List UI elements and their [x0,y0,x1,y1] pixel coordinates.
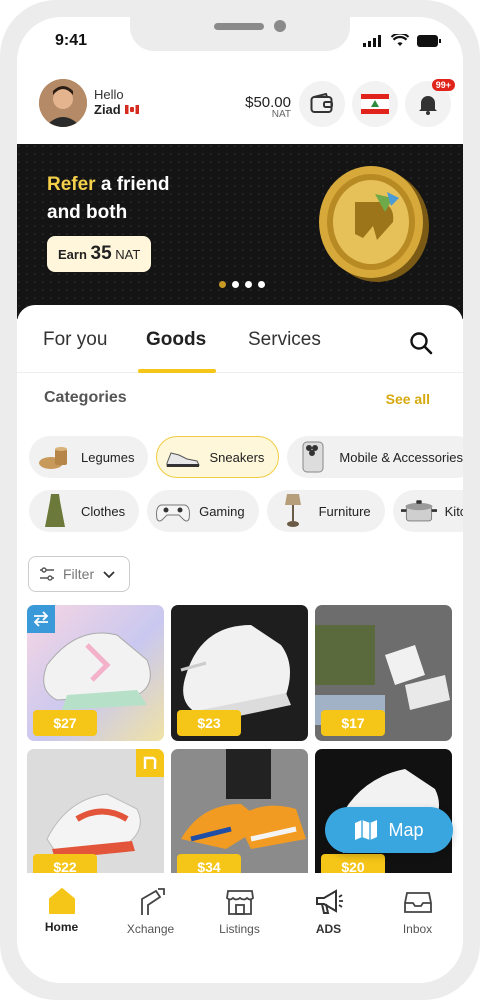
earn-pill: Earn 35 NAT [47,236,152,272]
nav-label: Listings [219,922,260,936]
carousel-dot[interactable] [232,281,239,288]
home-icon [48,888,75,914]
nav-label: Home [44,920,79,934]
carousel-dots[interactable] [219,281,265,288]
dress-icon [37,494,73,527]
battery-icon [417,34,441,47]
tab-services[interactable]: Services [248,329,321,351]
nav-home[interactable]: Home [17,873,106,983]
carousel-dot[interactable] [245,281,252,288]
product-price: $27 [33,710,97,736]
sneaker-icon [165,442,201,472]
nav-label: Xchange [126,922,175,936]
device-frame: 9:41 Hello Ziad $50.00 NAT 99+ Refer a f… [0,0,480,1000]
active-tab-indicator [138,369,216,373]
map-label: Map [388,819,424,840]
category-row-1: Legumes Sneakers Mobile & Accessories [29,436,463,478]
app-screen: 9:41 Hello Ziad $50.00 NAT 99+ Refer a f… [17,17,463,983]
nav-label: ADS [315,922,342,936]
category-chip-clothes[interactable]: Clothes [29,490,140,532]
category-chip-kitchen[interactable]: Kitchen [392,490,463,532]
tab-bar: For you Goods Services [17,305,463,373]
tab-for-you[interactable]: For you [43,329,107,351]
megaphone-icon [315,889,343,914]
categories-title: Categories [44,389,127,406]
product-card[interactable]: $17 [315,605,452,741]
map-button[interactable]: Map [325,807,453,853]
sliders-icon [40,567,54,581]
category-chip-legumes[interactable]: Legumes [29,436,149,478]
pot-icon [400,496,437,526]
device-notch [130,17,350,51]
category-label: Kitchen [444,503,463,519]
category-row-2: Clothes Gaming Furniture Kit [29,490,463,532]
notifications-button[interactable]: 99+ [405,79,455,127]
category-chip-furniture[interactable]: Furniture [266,490,385,532]
status-icons [363,34,441,47]
phone-icon [295,441,331,473]
filter-button[interactable]: Filter [28,556,130,592]
lamp-icon [275,494,311,527]
legumes-icon [37,442,73,472]
product-card[interactable]: $23 [171,605,308,741]
signal-icon [363,34,381,47]
category-chip-gaming[interactable]: Gaming [147,490,259,532]
map-icon [355,820,378,840]
inbox-icon [403,892,432,913]
wallet-icon [310,93,333,113]
coin-icon [319,166,429,282]
chevron-down-icon [103,571,115,579]
store-icon [225,890,254,915]
filter-label: Filter [63,566,95,582]
category-chip-mobile[interactable]: Mobile & Accessories [287,436,463,478]
product-price: $17 [321,710,385,736]
nav-xchange[interactable]: Xchange [106,873,195,983]
search-button[interactable] [409,331,433,360]
user-name: Ziad [94,102,139,117]
category-label: Mobile & Accessories [339,449,463,465]
category-label: Furniture [318,503,371,519]
product-price: $23 [177,710,241,736]
carousel-dot[interactable] [258,281,265,288]
nav-inbox[interactable]: Inbox [373,873,462,983]
category-label: Sneakers [209,449,265,465]
product-card[interactable]: $22 [27,749,164,885]
notification-badge: 99+ [431,79,455,91]
category-label: Gaming [199,503,245,519]
wallet-balance: $50.00 NAT [245,94,291,120]
wifi-icon [391,34,409,46]
see-all-link[interactable]: See all [386,391,430,407]
canada-flag-icon [124,105,139,114]
bottom-nav: Home Xchange Listings ADS Inbox [17,873,463,983]
brand-icon [136,749,164,777]
greeting-text: Hello [94,87,124,102]
gamepad-icon [155,496,191,526]
exchange-icon [27,605,55,633]
category-label: Clothes [81,503,126,519]
nav-label: Inbox [402,922,433,936]
country-button[interactable] [352,81,398,127]
lebanon-flag-icon [361,94,389,114]
tab-goods[interactable]: Goods [146,329,206,351]
category-chip-sneakers[interactable]: Sneakers [156,436,280,478]
promo-banner[interactable]: Refer a friend and both Earn 35 NAT [17,144,463,319]
status-time: 9:41 [55,32,88,49]
category-label: Legumes [81,449,135,465]
xchange-icon [140,888,165,915]
avatar[interactable] [39,79,87,127]
product-card[interactable]: $34 [171,749,308,885]
nav-ads[interactable]: ADS [284,873,373,983]
nav-listings[interactable]: Listings [195,873,284,983]
search-icon [410,332,433,355]
wallet-button[interactable] [299,81,345,127]
banner-title: Refer a friend and both [47,174,170,223]
product-card[interactable]: $27 [27,605,164,741]
carousel-dot[interactable] [219,281,226,288]
user-name-label: Ziad [94,102,121,117]
bell-icon [419,96,437,115]
